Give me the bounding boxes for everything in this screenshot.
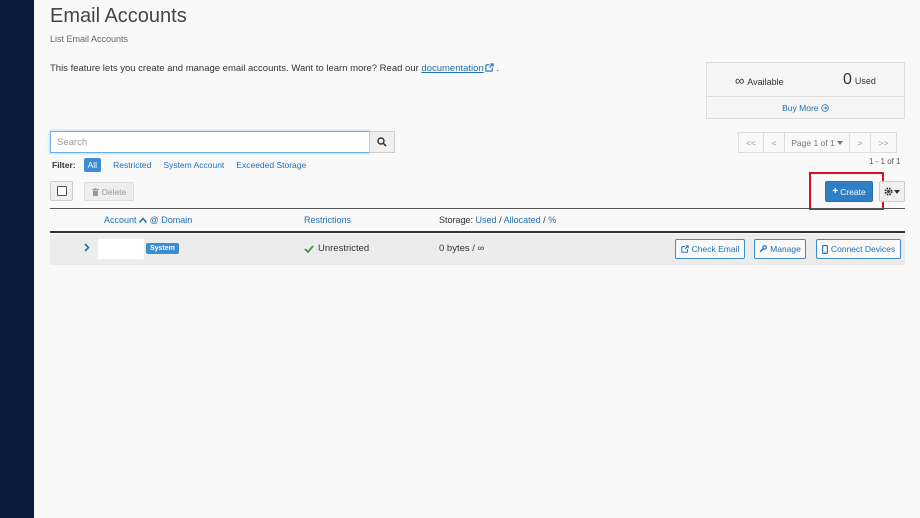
filter-system-account[interactable]: System Account [163, 160, 224, 170]
main-content: Email Accounts List Email Accounts This … [34, 0, 920, 518]
sort-up-icon [138, 217, 148, 223]
delete-button[interactable]: Delete [84, 182, 134, 201]
used-value: 0 [843, 71, 852, 88]
result-count: 1 - 1 of 1 [869, 157, 901, 166]
account-name [98, 239, 144, 259]
search-button[interactable] [369, 131, 395, 153]
wrench-icon [759, 245, 768, 253]
search-icon [377, 137, 387, 147]
page-subtitle: List Email Accounts [50, 34, 129, 44]
documentation-link[interactable]: documentation [421, 63, 494, 74]
account-column-header[interactable]: Account @ Domain [104, 215, 192, 225]
page-title: Email Accounts [50, 5, 187, 27]
used-label: Used [854, 76, 876, 86]
caret-down-icon [894, 189, 900, 194]
checkbox[interactable] [57, 186, 67, 196]
filter-exceeded-storage[interactable]: Exceeded Storage [236, 160, 306, 170]
filter-all[interactable]: All [83, 158, 102, 172]
external-link-icon [485, 63, 494, 72]
search-group [50, 131, 395, 153]
expand-chevron-icon[interactable] [84, 243, 90, 255]
filter-restricted[interactable]: Restricted [113, 160, 151, 170]
intro-description: This feature lets you create and manage … [50, 63, 419, 74]
mobile-phone-icon [821, 244, 828, 254]
table-row: System Unrestricted 0 bytes / ∞ Check Em… [50, 234, 905, 265]
restrictions-column-header[interactable]: Restrictions [304, 215, 351, 225]
domain-sort-link[interactable]: @ Domain [150, 215, 193, 225]
check-email-button[interactable]: Check Email [675, 239, 745, 259]
page-select[interactable]: Page 1 of 1 [784, 132, 850, 153]
trash-icon [91, 187, 99, 196]
create-button[interactable]: + Create [825, 181, 873, 202]
storage-column-header: Storage: Used / Allocated / % [439, 215, 557, 225]
external-link-icon [680, 245, 689, 253]
storage-usage: 0 bytes / ∞ [439, 243, 485, 254]
gear-icon [884, 187, 893, 196]
sort-allocated-link[interactable]: Allocated [504, 215, 541, 225]
available-value: ∞ [735, 73, 745, 88]
stats-row: ∞ Available 0 Used [707, 63, 904, 97]
used-stat: 0 Used [843, 71, 876, 89]
search-input[interactable] [50, 131, 370, 153]
prev-page-button[interactable]: < [763, 132, 785, 153]
buy-more-link[interactable]: Buy More [707, 103, 904, 113]
left-sidebar [0, 0, 34, 518]
check-icon [304, 244, 314, 253]
settings-dropdown-button[interactable] [879, 181, 905, 202]
available-label: Available [747, 77, 784, 87]
sort-used-link[interactable]: Used [476, 215, 497, 225]
arrow-circle-right-icon [821, 104, 829, 112]
intro-text: This feature lets you create and manage … [50, 63, 499, 74]
select-all-checkbox-button[interactable] [50, 181, 73, 201]
connect-devices-button[interactable]: Connect Devices [816, 239, 901, 259]
sort-percent-link[interactable]: % [548, 215, 556, 225]
manage-button[interactable]: Manage [754, 239, 806, 259]
last-page-button[interactable]: >> [870, 132, 897, 153]
intro-suffix: . [496, 63, 500, 74]
filter-label: Filter: [52, 160, 76, 170]
caret-down-icon [836, 140, 843, 145]
restriction-status: Unrestricted [304, 243, 369, 254]
system-badge: System [146, 243, 179, 254]
account-stats-panel: ∞ Available 0 Used Buy More [706, 62, 905, 119]
pagination: << < Page 1 of 1 > >> [738, 132, 897, 153]
filter-bar: Filter: All Restricted System Account Ex… [52, 158, 318, 172]
table-header: Account @ Domain Restrictions Storage: U… [50, 208, 905, 233]
first-page-button[interactable]: << [738, 132, 764, 153]
account-sort-link[interactable]: Account [104, 215, 137, 225]
plus-icon: + [832, 186, 839, 197]
next-page-button[interactable]: > [849, 132, 871, 153]
available-stat: ∞ Available [735, 73, 784, 88]
